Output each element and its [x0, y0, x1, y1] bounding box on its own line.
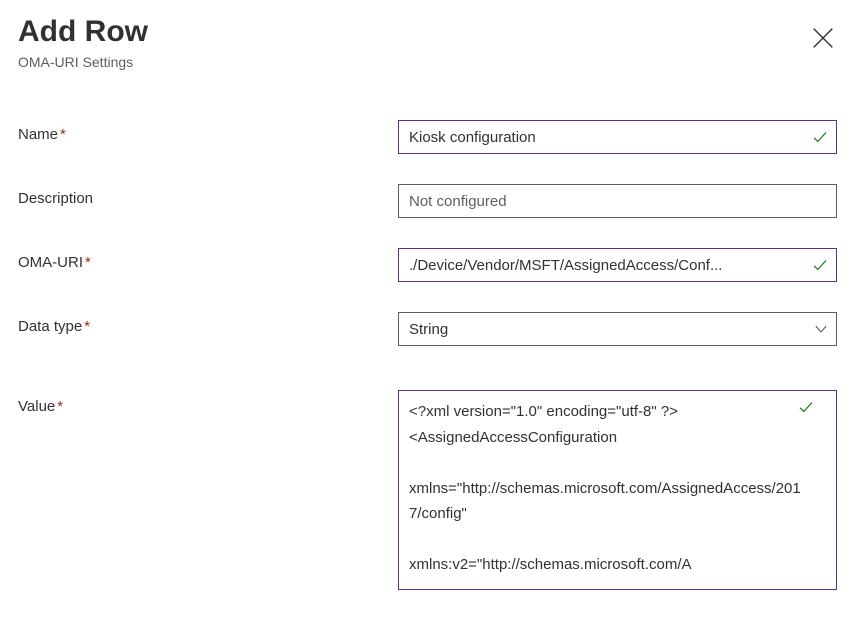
description-input[interactable] [398, 184, 837, 218]
name-label: Name* [18, 120, 398, 143]
name-input[interactable] [398, 120, 837, 154]
checkmark-icon [797, 398, 815, 416]
page-title: Add Row [18, 14, 148, 50]
value-label: Value* [18, 390, 398, 415]
chevron-down-icon [813, 322, 829, 336]
value-textarea[interactable] [398, 390, 837, 590]
close-icon [809, 24, 837, 52]
oma-uri-input[interactable] [398, 248, 837, 282]
checkmark-icon [811, 256, 829, 274]
page-subtitle: OMA-URI Settings [18, 54, 148, 70]
close-button[interactable] [809, 24, 837, 52]
data-type-label: Data type* [18, 312, 398, 335]
checkmark-icon [811, 128, 829, 146]
oma-uri-label: OMA-URI* [18, 248, 398, 271]
data-type-value: String [409, 321, 448, 338]
description-label: Description [18, 184, 398, 207]
data-type-select[interactable]: String [398, 312, 837, 346]
